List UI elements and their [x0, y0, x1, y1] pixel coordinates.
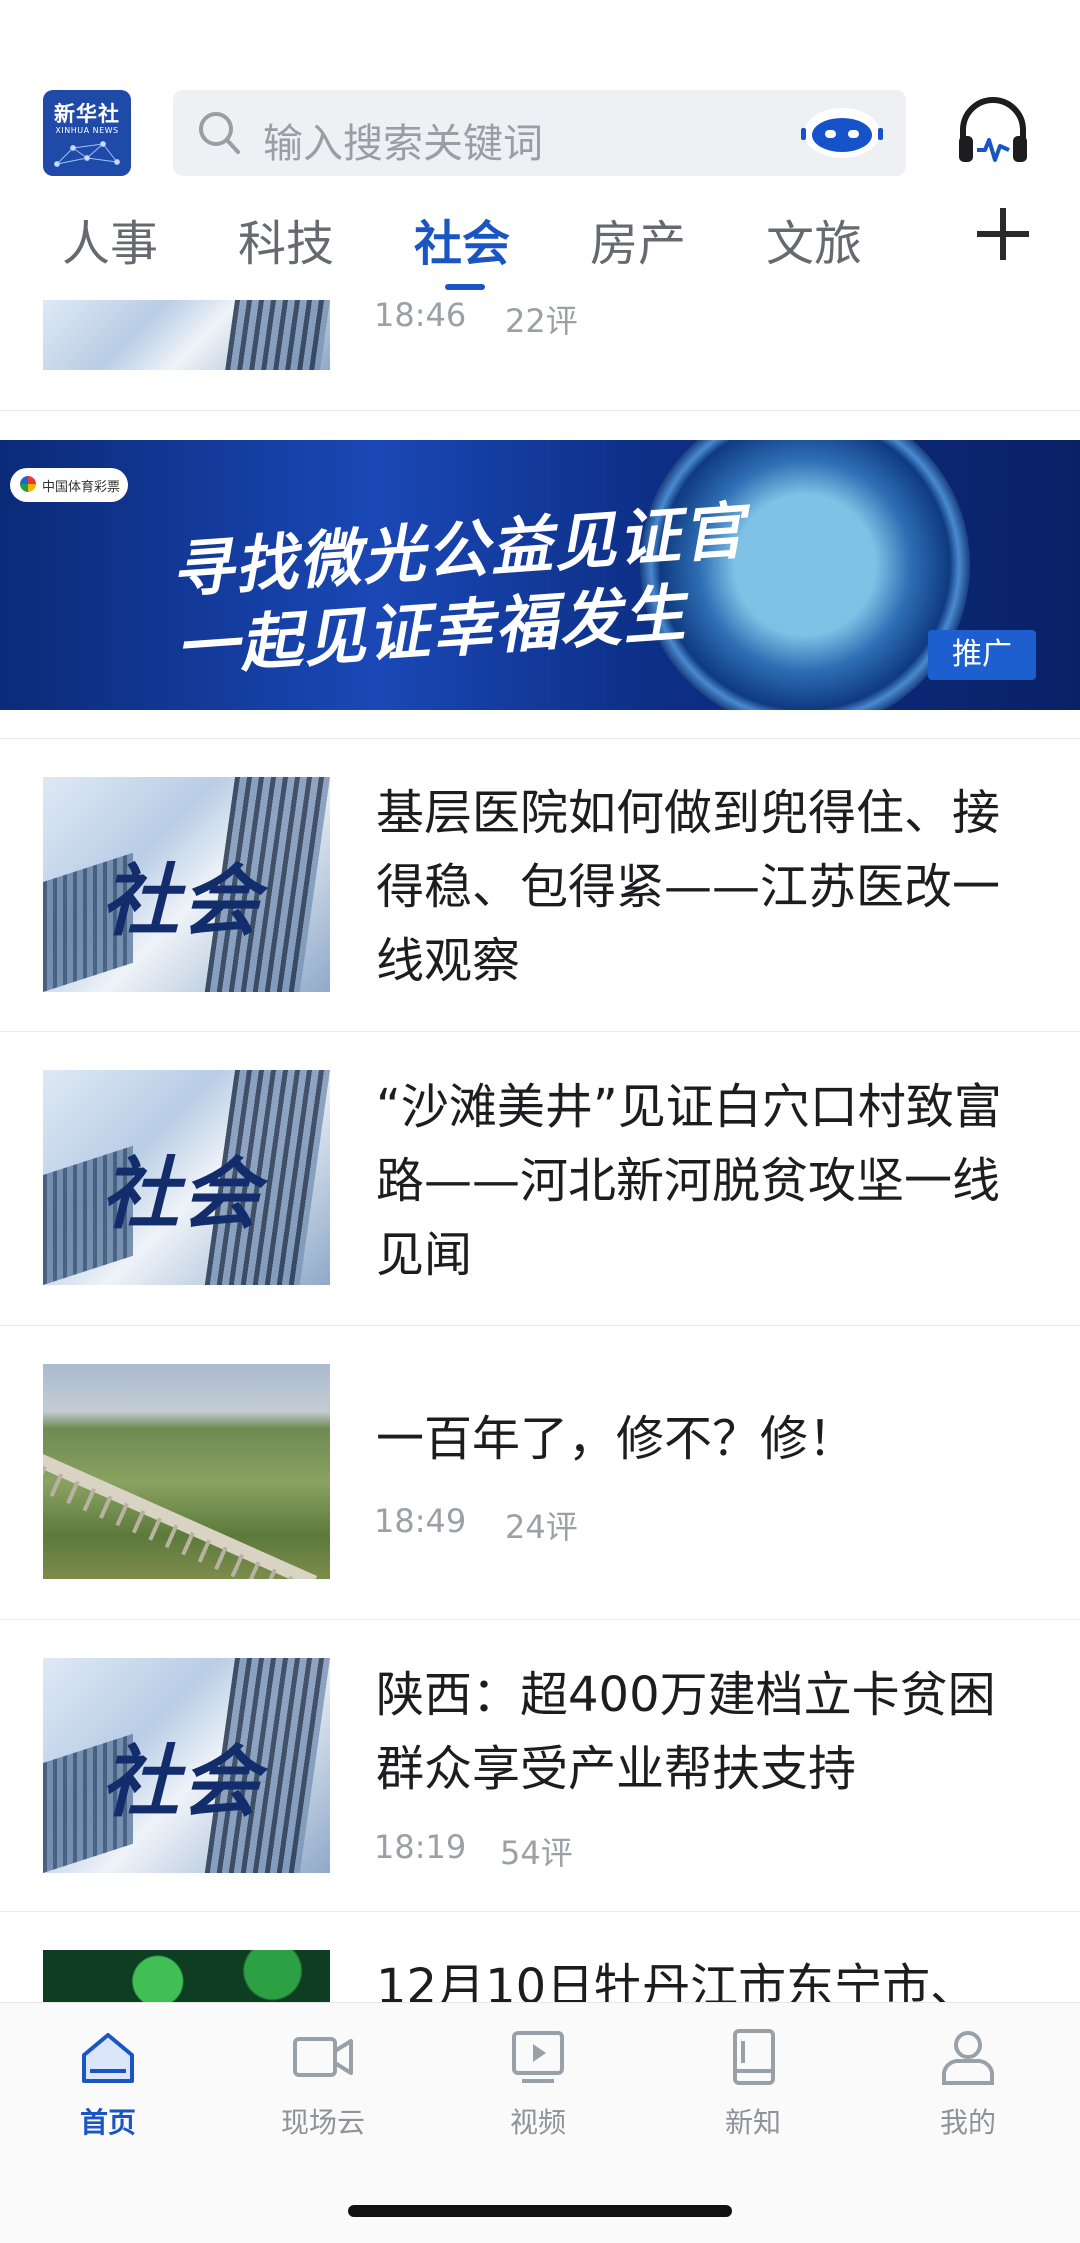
add-channel-icon[interactable]	[975, 206, 1031, 262]
nav-label: 现场云	[280, 2106, 365, 2139]
nav-label: 新知	[724, 2106, 781, 2139]
article-title[interactable]: 12月10日牡丹江市东宁市、	[376, 1950, 1016, 2002]
nav-video[interactable]: 视频	[478, 2027, 598, 2141]
article-title[interactable]: 基层医院如何做到兜得住、接得稳、包得紧——江苏医改一线观察	[376, 776, 1016, 998]
divider	[0, 1325, 1080, 1326]
robot-assistant-icon[interactable]	[801, 106, 883, 160]
play-screen-icon	[512, 2031, 564, 2083]
book-icon	[733, 2029, 775, 2085]
article-title[interactable]: 陕西：超400万建档立卡贫困群众享受产业帮扶支持	[376, 1658, 1016, 1806]
article-thumbnail[interactable]: 社会	[43, 777, 330, 992]
sponsor-badge: 中国体育彩票	[10, 468, 128, 502]
nav-label: 我的	[939, 2106, 996, 2139]
sponsor-name: 中国体育彩票	[42, 480, 121, 495]
thumbnail-label: 社会	[101, 857, 262, 947]
article-thumbnail[interactable]	[43, 300, 330, 370]
tab-renshi[interactable]: 人事	[62, 204, 158, 274]
search-placeholder: 输入搜索关键词	[263, 121, 543, 167]
video-camera-icon	[293, 2037, 353, 2077]
promo-banner[interactable]: 中国体育彩票 寻找微光公益见证官 一起见证幸福发生 推广	[0, 440, 1080, 710]
search-bar[interactable]: 输入搜索关键词	[173, 90, 906, 176]
article-title[interactable]: “沙滩美井”见证白穴口村致富路——河北新河脱贫攻坚一线见闻	[376, 1070, 1016, 1292]
logo-text-en: XINHUA NEWS	[55, 126, 119, 135]
nav-label: 首页	[79, 2106, 136, 2139]
lottery-star-icon	[20, 476, 36, 492]
article-comments: 24评	[505, 1508, 578, 1546]
divider	[0, 738, 1080, 739]
home-indicator	[348, 2205, 732, 2217]
tab-fangchan[interactable]: 房产	[590, 204, 686, 274]
article-time: 18:46	[374, 296, 467, 334]
article-thumbnail[interactable]	[43, 1950, 330, 2002]
ad-label: 推广	[928, 630, 1036, 680]
article-time: 18:19	[374, 1828, 467, 1866]
home-icon	[82, 2033, 134, 2083]
thumbnail-label: 社会	[101, 1150, 262, 1240]
article-comments: 22评	[505, 302, 578, 340]
nav-knowledge[interactable]: 新知	[693, 2027, 813, 2141]
divider	[0, 1911, 1080, 1912]
tab-shehui[interactable]: 社会	[414, 204, 510, 274]
divider	[0, 410, 1080, 411]
thumbnail-label: 社会	[101, 1738, 262, 1828]
article-title[interactable]: 一百年了，修不？修！	[376, 1402, 1016, 1476]
nav-label: 视频	[509, 2106, 566, 2139]
article-comments: 54评	[500, 1834, 573, 1872]
logo-text-cn: 新华社	[54, 102, 120, 126]
headphone-icon[interactable]	[955, 94, 1031, 170]
user-icon	[942, 2031, 994, 2085]
nav-home[interactable]: 首页	[48, 2027, 168, 2141]
tab-keji[interactable]: 科技	[238, 204, 334, 274]
divider	[0, 1031, 1080, 1032]
article-thumbnail[interactable]	[43, 1364, 330, 1579]
divider	[0, 1619, 1080, 1620]
tab-wenlv[interactable]: 文旅	[766, 204, 862, 274]
banner-illustration	[640, 440, 970, 710]
article-thumbnail[interactable]: 社会	[43, 1658, 330, 1873]
article-time: 18:49	[374, 1502, 467, 1540]
nav-profile[interactable]: 我的	[908, 2027, 1028, 2141]
nav-live[interactable]: 现场云	[263, 2027, 383, 2141]
article-thumbnail[interactable]: 社会	[43, 1070, 330, 1285]
search-icon	[199, 112, 240, 154]
active-tab-indicator	[445, 284, 485, 290]
network-globe-icon	[54, 141, 120, 167]
xinhua-logo[interactable]: 新华社 XINHUA NEWS	[43, 90, 131, 176]
